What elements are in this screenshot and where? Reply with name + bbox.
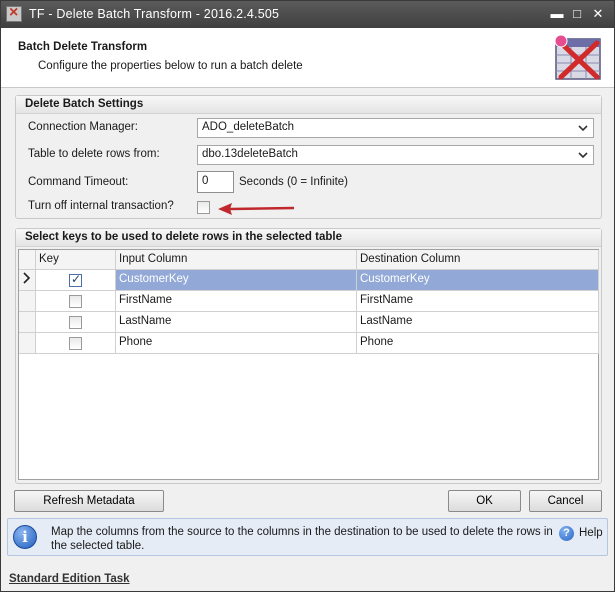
- app-icon[interactable]: [6, 4, 22, 22]
- minimize-button[interactable]: ▬: [547, 5, 567, 23]
- connection-manager-label: Connection Manager:: [28, 121, 138, 133]
- delete-batch-settings-group: Delete Batch Settings Connection Manager…: [15, 95, 602, 219]
- maximize-button[interactable]: □: [567, 5, 587, 23]
- info-icon: i: [13, 525, 37, 549]
- table-row-key-cell[interactable]: [36, 291, 116, 312]
- row-header[interactable]: [19, 333, 36, 354]
- destination-cell[interactable]: LastName: [357, 312, 599, 333]
- input-cell[interactable]: LastName: [116, 312, 357, 333]
- standard-edition-link[interactable]: Standard Edition Task: [9, 573, 130, 585]
- table-value: dbo.13deleteBatch: [202, 148, 298, 160]
- close-button[interactable]: ✕: [588, 5, 608, 23]
- keys-grid[interactable]: Key Input Column Destination Column Cust…: [18, 249, 599, 480]
- key-checkbox-customerkey[interactable]: [69, 272, 82, 287]
- input-cell[interactable]: CustomerKey: [116, 270, 357, 291]
- connection-manager-value: ADO_deleteBatch: [202, 121, 295, 133]
- table-select[interactable]: dbo.13deleteBatch: [197, 145, 594, 165]
- header-subtitle: Configure the properties below to run a …: [38, 60, 303, 72]
- column-header-destination[interactable]: Destination Column: [357, 250, 599, 270]
- table-label: Table to delete rows from:: [28, 148, 160, 160]
- row-indicator[interactable]: [19, 270, 36, 291]
- transaction-label: Turn off internal transaction?: [28, 200, 174, 212]
- timeout-input[interactable]: 0: [197, 171, 234, 193]
- help-link[interactable]: Help: [579, 527, 603, 539]
- dialog-window: TF - Delete Batch Transform - 2016.2.4.5…: [0, 0, 615, 592]
- chevron-down-icon[interactable]: [576, 147, 590, 163]
- settings-group-title: Delete Batch Settings: [16, 96, 601, 114]
- help-icon[interactable]: ?: [559, 526, 574, 541]
- keys-group-title: Select keys to be used to delete rows in…: [16, 229, 601, 247]
- row-pointer-icon: [23, 272, 31, 284]
- table-row-key-cell[interactable]: [36, 270, 116, 291]
- row-header[interactable]: [19, 291, 36, 312]
- row-header[interactable]: [19, 312, 36, 333]
- refresh-metadata-button[interactable]: Refresh Metadata: [14, 490, 164, 512]
- key-checkbox-firstname[interactable]: [69, 295, 82, 308]
- title-bar: TF - Delete Batch Transform - 2016.2.4.5…: [1, 1, 614, 28]
- table-row-key-cell[interactable]: [36, 312, 116, 333]
- destination-cell[interactable]: FirstName: [357, 291, 599, 312]
- window-title: TF - Delete Batch Transform - 2016.2.4.5…: [29, 7, 280, 21]
- input-cell[interactable]: FirstName: [116, 291, 357, 312]
- column-header-input[interactable]: Input Column: [116, 250, 357, 270]
- header-title: Batch Delete Transform: [18, 41, 148, 53]
- ok-button[interactable]: OK: [448, 490, 521, 512]
- delete-table-icon: [554, 34, 601, 80]
- table-row-key-cell[interactable]: [36, 333, 116, 354]
- timeout-label: Command Timeout:: [28, 176, 129, 188]
- input-cell[interactable]: Phone: [116, 333, 357, 354]
- cancel-button[interactable]: Cancel: [529, 490, 602, 512]
- destination-cell[interactable]: Phone: [357, 333, 599, 354]
- info-bar: i Map the columns from the source to the…: [7, 518, 608, 556]
- destination-cell[interactable]: CustomerKey: [357, 270, 599, 291]
- key-checkbox-phone[interactable]: [69, 337, 82, 350]
- grid-corner-header: [19, 250, 36, 270]
- chevron-down-icon[interactable]: [576, 120, 590, 136]
- connection-manager-select[interactable]: ADO_deleteBatch: [197, 118, 594, 138]
- dialog-header: Batch Delete Transform Configure the pro…: [1, 28, 614, 88]
- key-checkbox-lastname[interactable]: [69, 316, 82, 329]
- timeout-hint: Seconds (0 = Infinite): [239, 176, 348, 188]
- transaction-checkbox[interactable]: [197, 201, 210, 214]
- column-header-key[interactable]: Key: [36, 250, 116, 270]
- red-arrow-icon: [218, 203, 295, 215]
- info-text: Map the columns from the source to the c…: [51, 526, 553, 552]
